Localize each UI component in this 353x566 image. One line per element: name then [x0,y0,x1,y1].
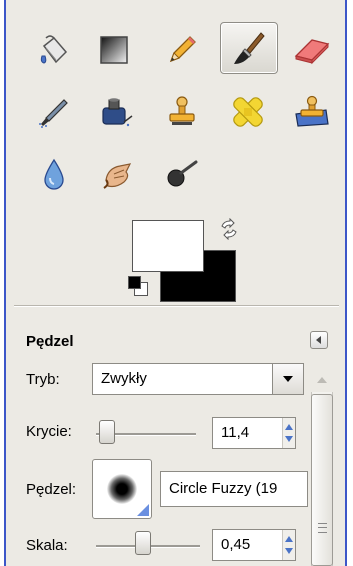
ink-tool[interactable] [94,90,138,134]
brush-name-field[interactable]: Circle Fuzzy (19 [160,471,308,507]
opacity-spin-arrows[interactable] [282,418,295,448]
bucket-fill-tool[interactable] [32,28,76,72]
mode-value: Zwykły [101,370,147,387]
blur-sharpen-tool[interactable] [32,152,76,196]
panel-menu-button[interactable] [310,331,328,349]
bucket-fill-icon [40,35,68,64]
airbrush-icon [39,99,68,128]
reset-colors-icon[interactable] [128,276,148,296]
brush-label: Pędzel: [26,481,77,498]
chevron-down-icon [283,376,293,382]
chevron-up-icon [317,377,327,383]
blend-tool[interactable] [92,28,136,72]
ink-icon [102,98,133,127]
perspective-clone-icon [295,95,329,127]
scale-spin-arrows[interactable] [282,530,295,560]
panel-separator [14,305,339,307]
opacity-label: Krycie: [26,423,72,440]
corner-triangle-icon [137,504,149,516]
blend-gradient-icon [100,36,128,64]
pencil-tool[interactable] [160,28,204,72]
triangle-left-icon [316,336,321,344]
eraser-icon [294,39,330,65]
heal-tool[interactable] [226,90,270,134]
opacity-slider-thumb[interactable] [99,420,116,444]
tool-options-title: Pędzel [26,333,74,350]
brush-preview-button[interactable] [92,459,152,519]
scroll-up-button[interactable] [314,372,330,388]
scale-spinbox[interactable]: 0,45 [212,529,296,561]
scale-slider-thumb[interactable] [134,531,151,555]
opacity-value: 11,4 [221,424,250,441]
scrollbar-thumb[interactable] [311,394,333,566]
heal-icon [233,97,263,127]
toolbox [6,0,345,312]
brush-name: Circle Fuzzy (19 [169,480,278,497]
clone-tool[interactable] [160,90,204,134]
pencil-icon [169,36,196,63]
clone-stamp-icon [169,96,195,125]
smudge-icon [103,163,132,189]
dodge-burn-tool[interactable] [160,152,204,196]
opacity-spinbox[interactable]: 11,4 [212,417,296,449]
eraser-tool[interactable] [290,28,334,72]
color-area [124,214,240,304]
mode-select[interactable]: Zwykły [92,363,304,395]
smudge-tool[interactable] [96,152,140,196]
options-scrollbar[interactable] [308,368,336,566]
perspective-clone-tool[interactable] [290,90,334,134]
paintbrush-icon [234,32,265,64]
swap-colors-icon[interactable] [218,217,240,241]
mode-dropdown-button[interactable] [272,364,303,394]
scale-label: Skala: [26,537,68,554]
blur-sharpen-icon [44,158,64,190]
mode-label: Tryb: [26,371,60,388]
paintbrush-tool[interactable] [220,22,278,74]
foreground-color-swatch[interactable] [132,220,204,272]
scale-value: 0,45 [221,536,251,553]
tool-options-panel: Pędzel Tryb: Zwykły Krycie: 11,4 Pędzel:… [6,313,345,566]
dodge-burn-icon [167,160,198,187]
grip-icon [318,523,327,533]
airbrush-tool[interactable] [32,90,76,134]
brush-preview [107,474,137,504]
